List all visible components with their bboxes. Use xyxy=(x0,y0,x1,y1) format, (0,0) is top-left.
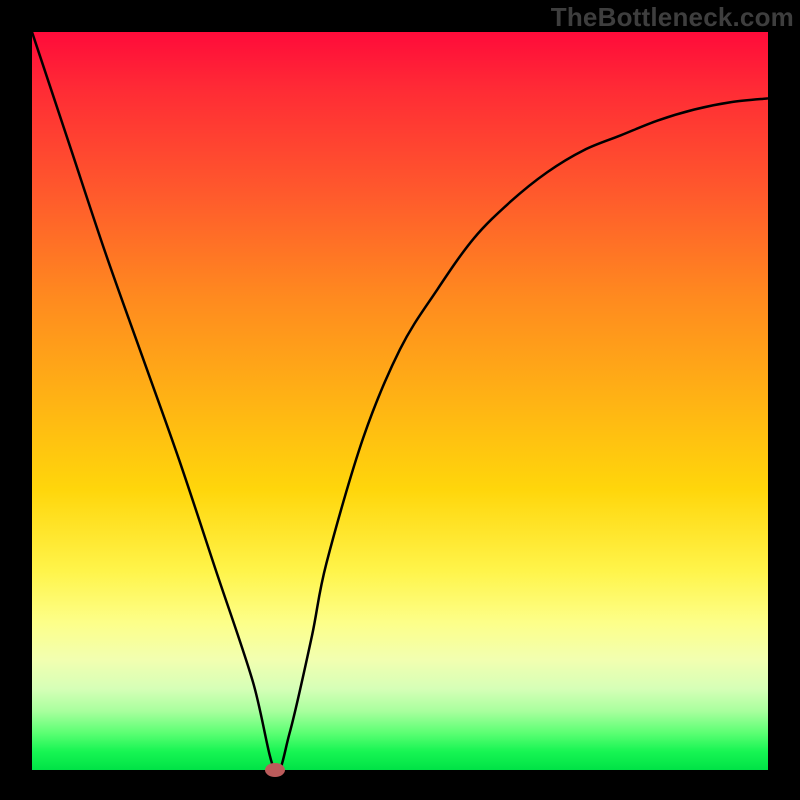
plot-area xyxy=(32,32,768,770)
bottleneck-curve xyxy=(32,32,768,770)
chart-frame: TheBottleneck.com xyxy=(0,0,800,800)
curve-svg xyxy=(32,32,768,770)
attribution-label: TheBottleneck.com xyxy=(551,2,794,33)
vertex-marker xyxy=(265,763,285,777)
